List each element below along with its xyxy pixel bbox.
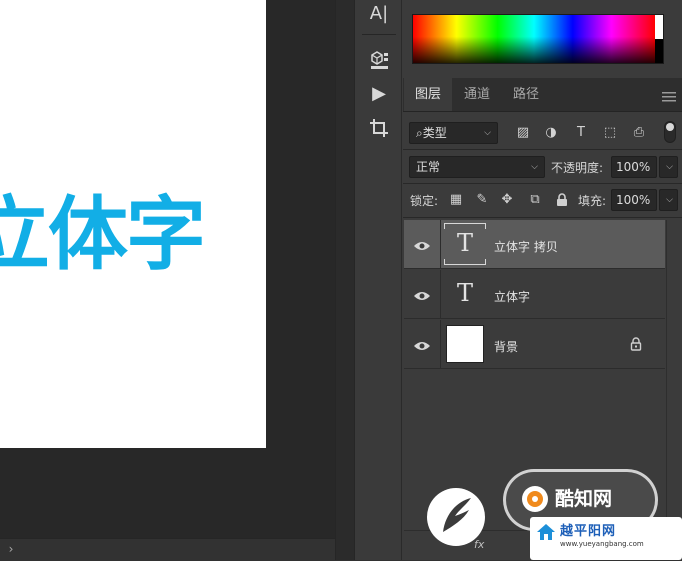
opacity-input[interactable]: 100% [611,156,657,178]
blend-mode-value: 正常 [416,160,441,174]
divider-line [403,217,682,218]
tab-layers[interactable]: 图层 [404,78,452,111]
lock-position-icon[interactable]: ✥ [498,191,516,209]
fill-dropdown-button[interactable]: ⌵ [659,189,678,211]
3d-object-icon-graphic [371,51,388,69]
lock-all-icon[interactable] [553,191,571,209]
eye-graphic [414,342,430,350]
smart-object-filter-icon[interactable]: ⎙ [629,123,649,143]
feather-logo-icon [425,486,487,548]
type-filter-icon[interactable]: T [571,123,591,143]
visibility-separator [440,320,441,369]
play-icon[interactable]: ▶ [364,80,394,108]
filter-kind-label: 类型 [422,126,447,140]
chevron-down-icon: ⌵ [484,128,491,138]
chevron-right-icon[interactable]: › [4,540,18,558]
text-layer-thumbnail: T [456,279,473,307]
layer-name[interactable]: 背景 [494,338,518,355]
chevron-down-icon: ⌵ [531,162,538,172]
image-filter-icon[interactable]: ▨ [513,123,533,143]
crop-tool-icon[interactable] [364,114,394,142]
layer-lock-icon[interactable] [630,336,644,352]
color-spectrum[interactable] [413,15,655,63]
site-watermark-title: 越平阳网 [560,524,617,539]
feather-logo-graphic [427,488,485,546]
visibility-separator [440,220,441,269]
layers-scrollbar[interactable] [666,220,682,560]
chevron-down-icon: ⌵ [666,195,673,205]
crop-icon-graphic [370,119,388,137]
color-spectrum-picker[interactable] [412,14,664,64]
site-watermark-url: www.yueyangbang.com [560,540,644,548]
opacity-dropdown-button[interactable]: ⌵ [659,156,678,178]
tab-channels[interactable]: 通道 [452,78,502,111]
black-white-swatch[interactable] [655,15,663,63]
fill-label: 填充: [578,194,607,208]
eye-graphic [414,292,430,300]
filter-toggle-knob [666,123,674,131]
eye-graphic [414,242,430,250]
visibility-separator [440,270,441,319]
filter-toggle-switch[interactable] [664,121,676,143]
horizontal-scrollbar[interactable] [0,538,335,561]
house-logo-icon [535,521,557,543]
layer-filter-kind-select[interactable]: ⌕类型 ⌵ [409,122,498,144]
hamburger-menu-graphic [662,92,676,102]
knowledge-logo-graphic [522,486,548,512]
eye-icon[interactable] [412,338,432,352]
hamburger-menu-icon[interactable] [662,88,676,102]
eye-icon[interactable] [412,238,432,252]
lock-transparent-pixels-icon[interactable]: ▦ [447,191,465,209]
knowledge-logo-icon [520,484,550,514]
padlock-outline-graphic [630,337,642,351]
chevron-down-icon: ⌵ [666,162,673,172]
blend-mode-select[interactable]: 正常 ⌵ [409,156,545,178]
divider-line [403,183,682,184]
watermark-text: 酷知网 [555,488,613,510]
panel-divider[interactable] [335,0,355,560]
shape-filter-icon[interactable]: ⬚ [600,123,620,143]
layer-name[interactable]: 立体字 拷贝 [494,238,558,255]
background-layer-thumbnail [446,325,484,363]
lock-artboard-icon[interactable]: ⧉ [526,191,544,209]
padlock-graphic [557,193,567,206]
tab-paths[interactable]: 路径 [502,78,550,111]
opacity-label: 不透明度: [551,161,604,175]
lock-label: 锁定: [410,194,439,208]
tool-separator [362,34,396,35]
canvas-text-content: 立体字 [0,188,206,281]
adjustment-filter-icon[interactable]: ◑ [541,123,561,143]
text-layer-thumbnail: T [444,223,486,265]
eye-icon[interactable] [412,288,432,302]
house-logo-graphic [537,524,555,540]
fill-input[interactable]: 100% [611,189,657,211]
layer-name[interactable]: 立体字 [494,288,530,305]
lock-image-pixels-icon[interactable]: ✎ [473,191,491,209]
divider-line [403,149,682,150]
type-tool-icon[interactable]: A| [364,0,394,28]
3d-object-icon[interactable] [364,46,394,74]
layer-row[interactable] [404,320,665,369]
search-icon: ⌕ [416,126,423,140]
